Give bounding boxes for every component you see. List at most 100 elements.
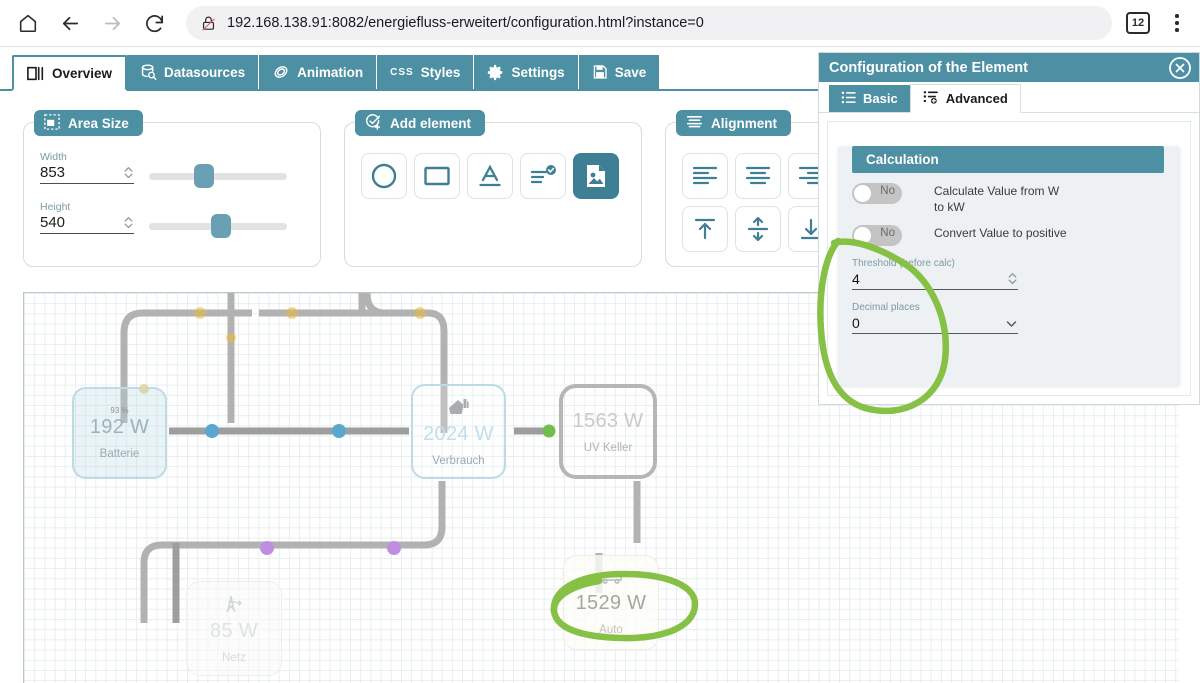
tab-animation-label: Animation: [297, 64, 364, 80]
configuration-body: Calculation No Calculate Value from W to…: [827, 121, 1191, 396]
address-bar[interactable]: 192.168.138.91:8082/energiefluss-erweite…: [186, 6, 1112, 40]
forward-arrow-icon: [94, 5, 130, 41]
tab-datasources[interactable]: Datasources: [127, 55, 260, 89]
node-verbrauch[interactable]: 2024 W Verbrauch: [411, 384, 506, 479]
toggle-convert-positive[interactable]: No: [852, 225, 902, 246]
rectangle-shape-button[interactable]: [414, 153, 460, 199]
panel-add-element-header: Add element: [355, 110, 486, 136]
align-left-button[interactable]: [682, 153, 728, 199]
insecure-lock-icon[interactable]: [200, 15, 217, 32]
tab-basic[interactable]: Basic: [829, 85, 910, 112]
reload-icon[interactable]: [136, 5, 172, 41]
node-auto[interactable]: 1529 W Auto: [563, 555, 659, 650]
configuration-dialog-title: Configuration of the Element: [829, 59, 1028, 76]
kebab-menu-icon[interactable]: [1164, 8, 1190, 38]
configuration-dialog: Configuration of the Element Basic Advan…: [818, 52, 1200, 405]
node-netz-caption: Netz: [222, 652, 246, 664]
house-icon: [447, 396, 471, 421]
toggle-calculate-w-to-kw-label: Calculate Value from W to kW: [934, 184, 1060, 214]
node-batterie-caption: Batterie: [99, 448, 140, 460]
alignment-icon: [686, 114, 703, 132]
field-decimal-places-label: Decimal places: [852, 302, 920, 313]
add-element-icon: [365, 113, 382, 133]
tab-advanced[interactable]: Advanced: [909, 84, 1021, 113]
node-verbrauch-caption: Verbrauch: [432, 455, 485, 467]
connection-dot: [286, 307, 298, 319]
align-top-button[interactable]: [682, 206, 728, 252]
node-batterie-value: 192 W: [89, 416, 150, 438]
gear-icon: [487, 64, 504, 81]
tab-overview[interactable]: Overview: [12, 55, 128, 91]
field-width: Width 853: [40, 151, 134, 184]
area-size-icon: [44, 113, 60, 133]
home-icon[interactable]: [10, 5, 46, 41]
image-element-button[interactable]: [573, 153, 619, 199]
connection-dot: [205, 424, 219, 438]
connection-dot: [542, 424, 556, 438]
node-batterie[interactable]: 93 % 192 W Batterie: [72, 387, 167, 479]
width-input[interactable]: 853: [40, 164, 123, 183]
node-auto-caption: Auto: [599, 624, 623, 636]
tab-counter[interactable]: 12: [1126, 12, 1150, 34]
toggle-convert-positive-label: Convert Value to positive: [934, 226, 1067, 240]
field-height: Height 540: [40, 201, 134, 234]
panel-area-size: Area Size Width 853 Height 540: [23, 110, 321, 267]
tab-settings[interactable]: Settings: [474, 55, 579, 89]
node-uv-keller-value: 1563 W: [572, 409, 644, 432]
node-uv-keller-caption: UV Keller: [583, 441, 633, 454]
text-element-button[interactable]: [467, 153, 513, 199]
tab-animation[interactable]: Animation: [259, 55, 378, 89]
car-icon: [598, 569, 624, 590]
tab-save-label: Save: [614, 64, 647, 80]
css-icon: CSS: [390, 66, 414, 78]
field-threshold-label: Threshold (before calc): [852, 258, 955, 269]
panel-alignment-label: Alignment: [711, 115, 777, 131]
list-add-icon: [923, 90, 939, 107]
tab-styles-label: Styles: [420, 64, 461, 80]
configuration-tabs: Basic Advanced: [819, 82, 1199, 113]
panel-area-size-label: Area Size: [68, 115, 129, 131]
height-input[interactable]: 540: [40, 214, 123, 233]
back-arrow-icon[interactable]: [52, 5, 88, 41]
height-stepper[interactable]: [123, 215, 134, 233]
connection-dot: [226, 333, 236, 343]
decimal-places-select[interactable]: 0: [852, 315, 1005, 333]
circle-shape-button[interactable]: [361, 153, 407, 199]
connection-dot: [414, 307, 426, 319]
width-stepper[interactable]: [123, 165, 134, 183]
connection-dot: [332, 424, 346, 438]
connection-dot: [387, 541, 401, 555]
threshold-stepper[interactable]: [1007, 271, 1018, 289]
panel-add-element-label: Add element: [390, 115, 472, 131]
list-icon: [841, 91, 856, 107]
list-element-button[interactable]: [520, 153, 566, 199]
overview-icon: [27, 66, 45, 81]
node-netz[interactable]: 85 W Netz: [186, 581, 282, 676]
align-center-button[interactable]: [735, 153, 781, 199]
node-batterie-pct: 93 %: [110, 406, 129, 415]
url-text: 192.168.138.91:8082/energiefluss-erweite…: [227, 15, 704, 31]
chevron-down-icon[interactable]: [1005, 317, 1018, 333]
switch-row-positive: No Convert Value to positive: [838, 225, 1180, 246]
align-middle-button[interactable]: [735, 206, 781, 252]
tab-save[interactable]: Save: [578, 55, 661, 89]
node-uv-keller[interactable]: 1563 W UV Keller: [559, 384, 657, 479]
calculation-card: Calculation No Calculate Value from W to…: [838, 146, 1180, 386]
close-icon[interactable]: [1168, 56, 1192, 80]
save-disk-icon: [592, 64, 608, 80]
toggle-calculate-w-to-kw[interactable]: No: [852, 183, 902, 204]
width-slider[interactable]: [149, 164, 287, 188]
tab-overview-label: Overview: [52, 65, 113, 81]
field-width-label: Width: [40, 151, 67, 163]
threshold-input[interactable]: 4: [852, 271, 1007, 289]
node-netz-value: 85 W: [210, 620, 258, 642]
field-height-label: Height: [40, 201, 71, 213]
calculation-title: Calculation: [852, 146, 1164, 173]
toggle-calculate-w-to-kw-state: No: [880, 185, 895, 197]
connection-dot: [194, 307, 206, 319]
database-icon: [140, 63, 157, 81]
panel-area-size-header: Area Size: [34, 110, 143, 136]
connection-dot: [260, 541, 274, 555]
tab-styles[interactable]: CSS Styles: [377, 55, 475, 89]
height-slider[interactable]: [149, 214, 287, 238]
